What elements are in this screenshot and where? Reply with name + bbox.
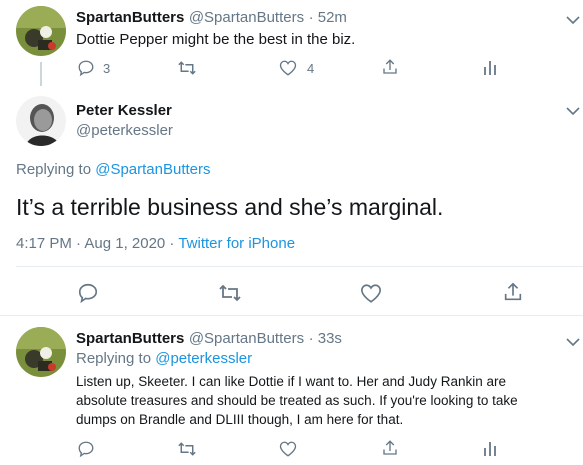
like-count: 4 <box>307 61 315 76</box>
thread-line <box>40 62 42 86</box>
tweet-text-line: Listen up, Skeeter. I can like Dottie if… <box>76 374 506 389</box>
source-link[interactable]: Twitter for iPhone <box>178 235 295 252</box>
reply-icon[interactable] <box>77 59 95 77</box>
tweet-time[interactable]: · 52m <box>309 9 347 26</box>
share-icon[interactable] <box>381 58 399 76</box>
tweet2-text: It’s a terrible business and she’s margi… <box>16 194 444 220</box>
replying-to: Replying to @peterkessler <box>76 350 252 367</box>
tweet3-header: SpartanButters @SpartanButters · 33s <box>76 330 342 348</box>
share-icon[interactable] <box>381 439 399 457</box>
author-handle[interactable]: @SpartanButters <box>189 330 304 347</box>
author-handle[interactable]: @peterkessler <box>76 122 173 139</box>
heart-icon[interactable] <box>279 440 297 458</box>
tweet-text-line: dumps on Brandle and DLIII though, I am … <box>76 412 404 427</box>
tweet-time[interactable]: · 33s <box>309 330 342 347</box>
tweet-timestamp: 4:17 PM · Aug 1, 2020 · Twitter for iPho… <box>16 235 295 252</box>
reply-icon[interactable] <box>77 440 95 458</box>
replying-to-label: Replying to <box>76 350 156 367</box>
tweet1-text: Dottie Pepper might be the best in the b… <box>76 31 356 48</box>
tweet3-text: Listen up, Skeeter. I can like Dottie if… <box>76 372 518 429</box>
author-handle[interactable]: @SpartanButters <box>189 9 304 26</box>
author-name[interactable]: Peter Kessler <box>76 102 172 119</box>
heart-icon[interactable] <box>279 59 297 77</box>
heart-icon[interactable] <box>360 283 382 304</box>
author-name[interactable]: SpartanButters <box>76 9 184 26</box>
avatar-spartanbutters[interactable] <box>16 6 66 56</box>
replying-to-handle[interactable]: @peterkessler <box>155 350 252 367</box>
replying-to-handle[interactable]: @SpartanButters <box>95 161 210 178</box>
tweet-text-line: absolute treasures and should be treated… <box>76 393 518 408</box>
replying-to-label: Replying to <box>16 161 96 178</box>
chevron-down-icon[interactable] <box>566 334 580 352</box>
share-icon[interactable] <box>502 281 524 303</box>
chevron-down-icon[interactable] <box>566 103 580 121</box>
analytics-icon[interactable] <box>483 59 497 75</box>
reply-icon[interactable] <box>77 282 99 304</box>
replying-to: Replying to @SpartanButters <box>16 161 211 178</box>
tweet1-header: SpartanButters @SpartanButters · 52m <box>76 9 347 27</box>
analytics-icon[interactable] <box>483 440 497 456</box>
retweet-icon[interactable] <box>177 440 197 458</box>
retweet-icon[interactable] <box>177 59 197 77</box>
divider <box>16 266 583 267</box>
divider <box>0 315 583 316</box>
avatar-peterkessler[interactable] <box>16 96 66 146</box>
author-name[interactable]: SpartanButters <box>76 330 184 347</box>
reply-count: 3 <box>103 61 111 76</box>
retweet-icon[interactable] <box>218 282 242 304</box>
avatar-spartanbutters[interactable] <box>16 327 66 377</box>
timestamp-text[interactable]: 4:17 PM · Aug 1, 2020 · <box>16 235 178 252</box>
chevron-down-icon[interactable] <box>566 12 580 30</box>
